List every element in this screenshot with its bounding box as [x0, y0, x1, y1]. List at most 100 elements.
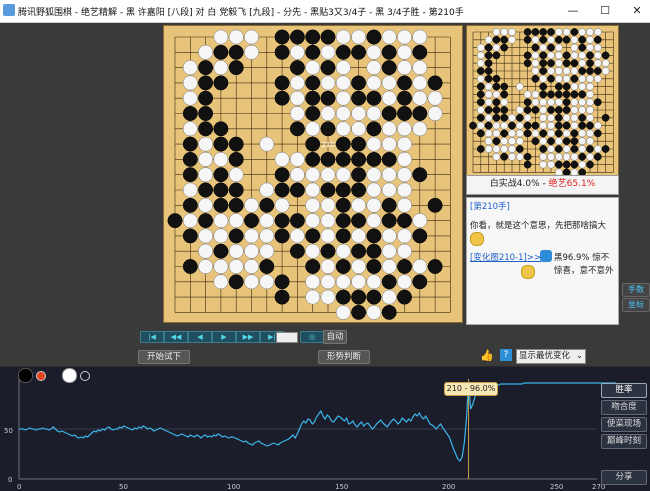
- repeat-icon[interactable]: ◎: [300, 331, 324, 343]
- variation-link[interactable]: [变化图210-1]>>: [470, 252, 541, 265]
- ai-avatar-icon: [540, 250, 552, 262]
- black-stone: [476, 129, 485, 138]
- white-stone: [198, 151, 214, 167]
- help-icon[interactable]: ?: [500, 349, 512, 361]
- white-stone: [539, 113, 548, 122]
- blunder-scene-tab-button[interactable]: 使菜现场: [601, 417, 647, 432]
- black-stone: [335, 228, 351, 244]
- white-stone: [476, 74, 485, 83]
- white-stone: [586, 90, 594, 99]
- white-stone: [397, 167, 412, 183]
- black-stone: [554, 106, 563, 114]
- black-stone: [500, 106, 509, 114]
- black-stone: [593, 152, 602, 161]
- toggle-coordinates-button[interactable]: 坐标: [622, 298, 650, 312]
- minimize-button[interactable]: —: [562, 3, 584, 19]
- black-stone: [427, 197, 443, 213]
- white-stone: [578, 129, 587, 138]
- white-stone: [484, 82, 493, 91]
- white-stone: [593, 121, 602, 130]
- forward-one-button[interactable]: ▶: [212, 331, 236, 343]
- white-stone: [586, 113, 594, 122]
- white-stone: [476, 121, 485, 130]
- toggle-move-numbers-button[interactable]: 手数: [622, 283, 650, 297]
- black-stone: [570, 28, 579, 36]
- white-stone: [593, 43, 602, 52]
- white-stone: [289, 44, 305, 60]
- back-one-button[interactable]: ◀: [188, 331, 212, 343]
- black-stone: [554, 160, 563, 169]
- black-stone: [476, 145, 485, 153]
- situation-judge-button[interactable]: 形势判断: [318, 350, 370, 364]
- black-stone: [562, 121, 571, 130]
- variation-select[interactable]: 显示最优变化 ⌄: [516, 349, 586, 364]
- white-stone: [259, 274, 275, 290]
- white-stone: [531, 90, 540, 99]
- white-stone: [500, 28, 509, 36]
- go-board[interactable]: 210: [163, 25, 463, 323]
- white-stone: [578, 145, 587, 153]
- white-stone: [586, 28, 594, 36]
- start-trial-button[interactable]: 开始试下: [138, 350, 190, 364]
- white-stone: [381, 136, 397, 152]
- move-slider[interactable]: [276, 332, 298, 343]
- white-stone: [562, 74, 571, 83]
- black-stone: [305, 90, 321, 106]
- black-stone: [593, 67, 602, 75]
- close-button[interactable]: ✕: [626, 3, 648, 19]
- go-board-canvas[interactable]: 210: [164, 26, 462, 322]
- forward-ten-button[interactable]: ▶▶: [236, 331, 260, 343]
- autoplay-button[interactable]: 自动: [323, 330, 347, 344]
- black-stone: [484, 121, 493, 130]
- white-stone: [397, 274, 412, 290]
- white-stone: [381, 289, 397, 305]
- black-stone: [274, 90, 290, 106]
- white-stone: [213, 259, 229, 274]
- white-stone: [484, 90, 493, 99]
- black-stone: [198, 213, 214, 229]
- black-stone: [570, 129, 579, 138]
- black-stone: [484, 106, 493, 114]
- black-stone: [213, 182, 229, 198]
- winrate-chart[interactable]: [0, 367, 650, 491]
- black-stone: [213, 44, 229, 60]
- white-stone: [570, 113, 579, 122]
- winrate-tab-button[interactable]: 胜率: [601, 383, 647, 398]
- match-rate-tab-button[interactable]: 吻合度: [601, 400, 647, 415]
- white-stone: [547, 67, 555, 75]
- black-stone: [531, 106, 540, 114]
- black-stone: [500, 35, 509, 44]
- black-stone: [523, 98, 532, 107]
- first-move-button[interactable]: |◀: [140, 331, 164, 343]
- white-stone: [539, 74, 548, 83]
- black-stone: [562, 160, 571, 169]
- peak-moment-tab-button[interactable]: 巅峰时刻: [601, 434, 647, 449]
- thumbs-up-icon[interactable]: 👍: [480, 349, 494, 362]
- black-stone: [523, 152, 532, 161]
- white-stone: [492, 90, 501, 99]
- back-ten-button[interactable]: ◀◀: [164, 331, 188, 343]
- white-stone: [305, 121, 321, 137]
- x-tick-50: 50: [119, 483, 128, 491]
- black-stone: [484, 67, 493, 75]
- black-stone: [182, 197, 198, 213]
- black-stone: [274, 228, 290, 244]
- maximize-button[interactable]: ☐: [594, 3, 616, 19]
- black-stone: [515, 145, 524, 153]
- black-stone: [335, 259, 351, 274]
- white-stone: [484, 137, 493, 146]
- white-stone: [539, 121, 548, 130]
- variation-comment: 黑96.9% 惊不惊喜，意不意外: [554, 253, 614, 276]
- black-stone: [578, 152, 587, 161]
- white-stone: [182, 90, 198, 106]
- black-stone: [562, 98, 571, 107]
- white-stone: [586, 152, 594, 161]
- white-stone: [586, 137, 594, 146]
- black-stone: [539, 145, 548, 153]
- white-stone: [228, 243, 244, 259]
- black-stone: [554, 129, 563, 138]
- white-stone: [335, 106, 351, 121]
- white-stone: [562, 145, 571, 153]
- white-stone: [366, 75, 382, 91]
- share-button[interactable]: 分享: [601, 470, 647, 485]
